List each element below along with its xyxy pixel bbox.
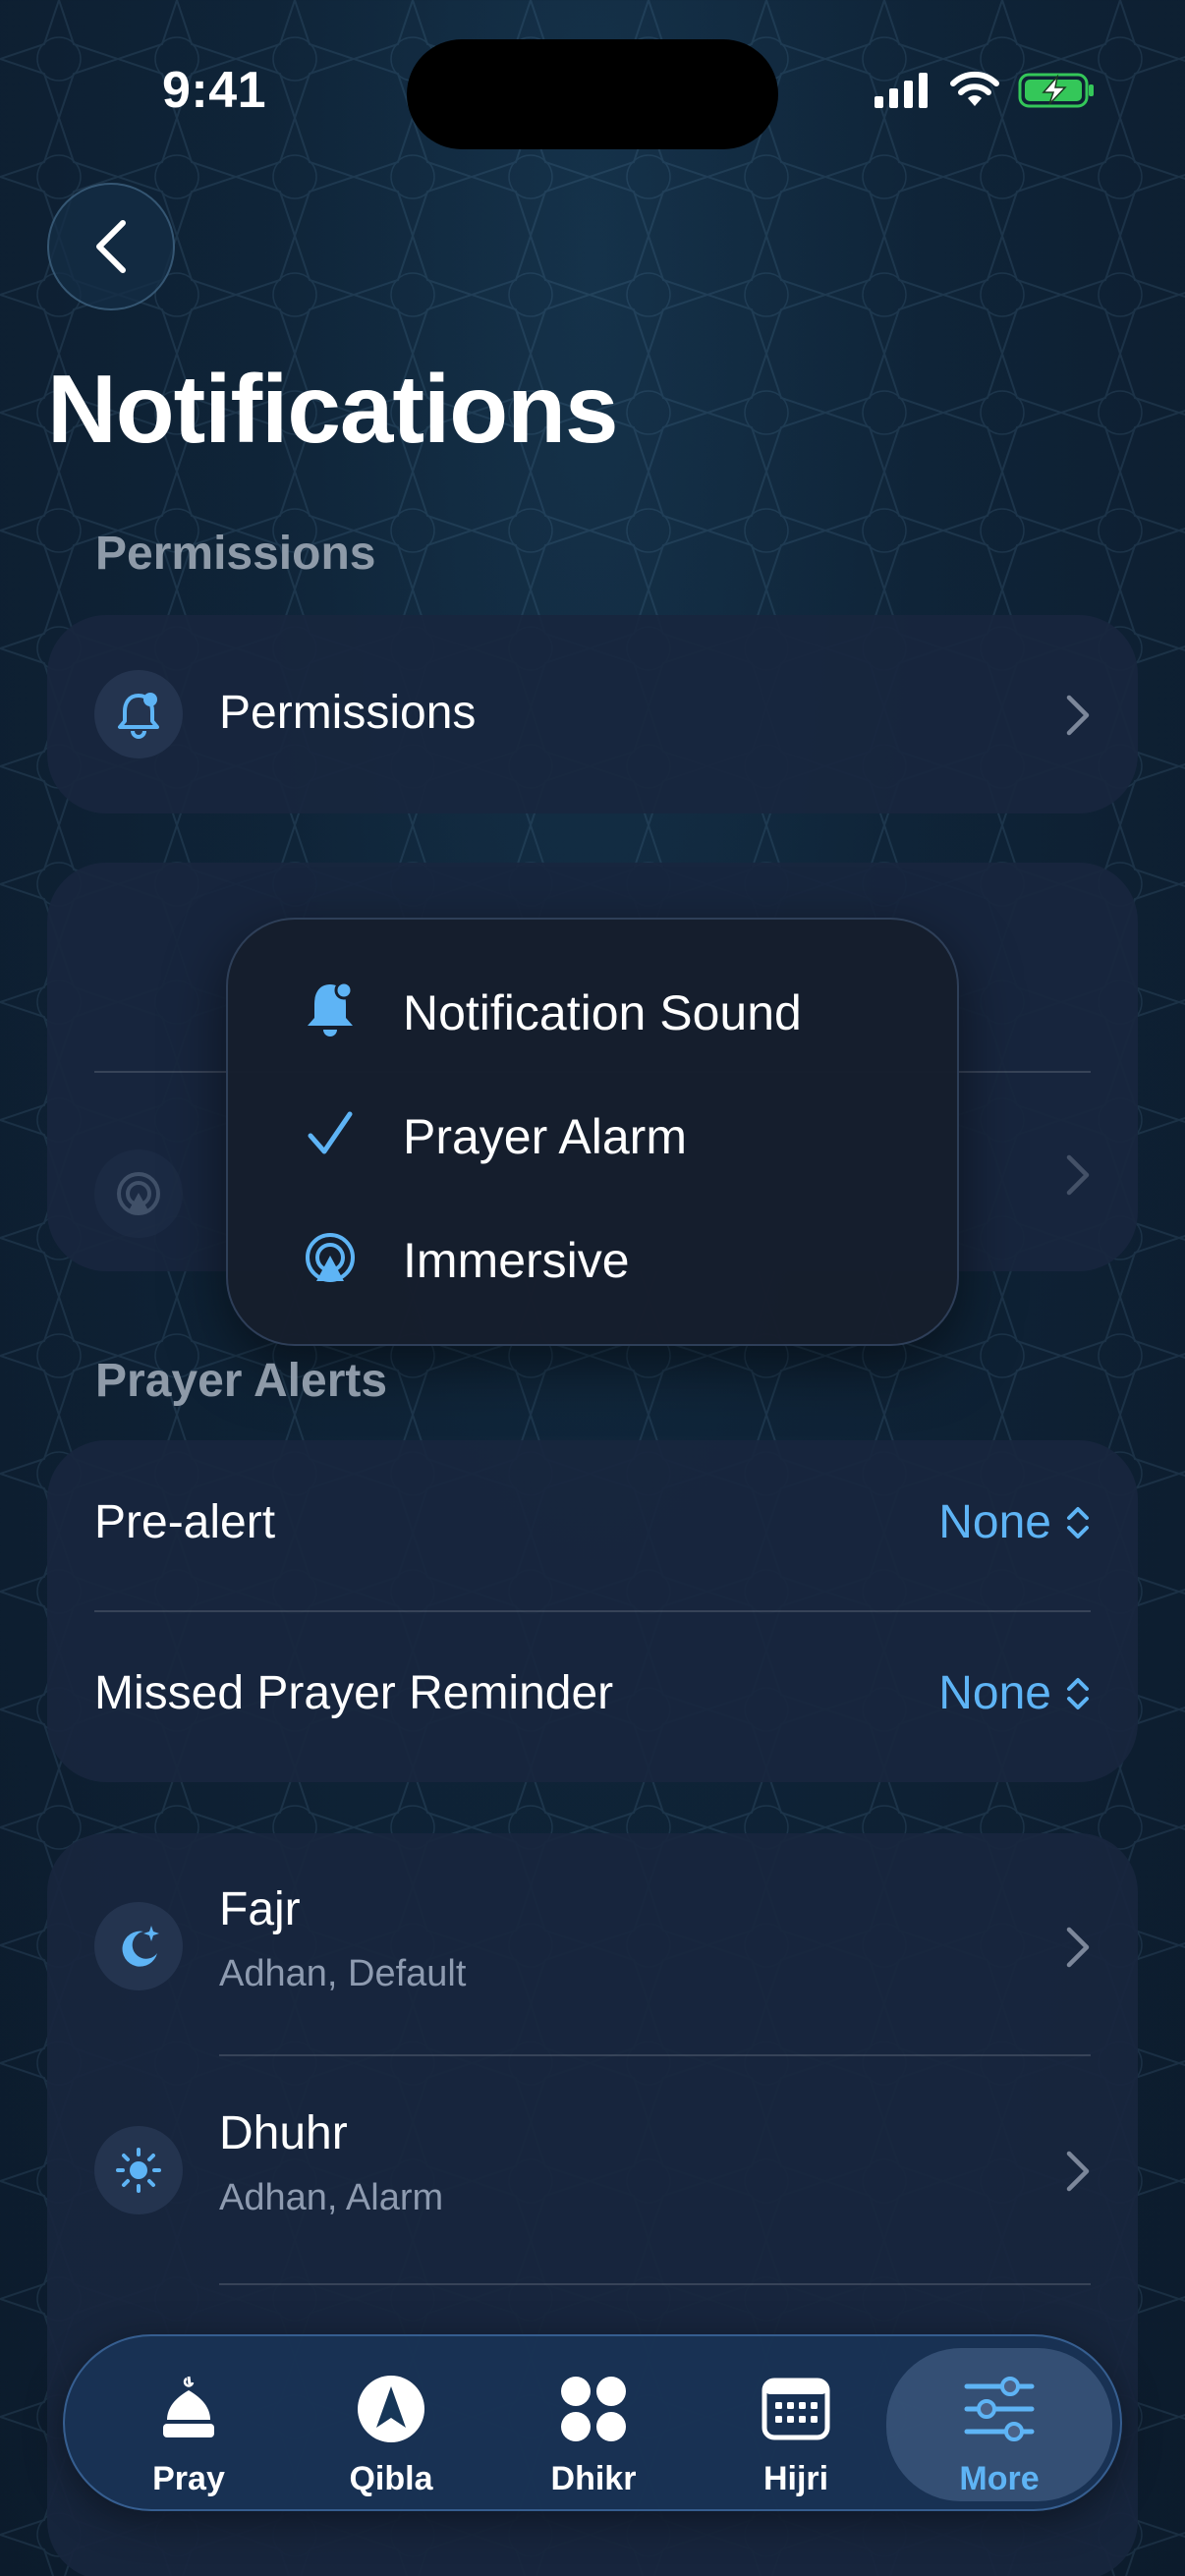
status-bar: 9:41 [0, 0, 1185, 187]
tab-bar: Pray Qibla Dhikr Hijri More [63, 2334, 1122, 2511]
tab-label: Dhikr [550, 2460, 637, 2497]
chevron-right-icon [1066, 695, 1090, 736]
wifi-icon [950, 71, 999, 106]
permissions-row[interactable]: Permissions [47, 615, 1138, 813]
bell-badge-icon [118, 693, 159, 739]
tab-more[interactable]: More [886, 2348, 1112, 2501]
back-button[interactable] [47, 183, 175, 310]
section-header-prayer-alerts: Prayer Alerts [95, 1355, 388, 1407]
tab-label: Hijri [762, 2460, 829, 2497]
calendar-icon [757, 2370, 835, 2448]
pre-alert-picker[interactable]: None [938, 1495, 1091, 1549]
menu-item-notification-sound[interactable]: Notification Sound [228, 951, 957, 1069]
page-title: Notifications [47, 355, 618, 463]
pre-alert-row[interactable]: Pre-alert None [47, 1440, 1138, 1611]
prayer-name: Fajr [219, 1883, 301, 1935]
sliders-icon [960, 2370, 1039, 2448]
missed-reminder-label: Missed Prayer Reminder [94, 1667, 614, 1719]
status-time: 9:41 [162, 62, 267, 119]
chevron-up-down-icon [1067, 1677, 1089, 1709]
section-header-permissions: Permissions [95, 528, 376, 580]
broadcast-icon [299, 1226, 362, 1289]
prayer-detail: Adhan, Alarm [219, 2177, 444, 2218]
pre-alert-value: None [938, 1496, 1051, 1548]
battery-charging-icon [1018, 73, 1094, 108]
mosque-icon [149, 2370, 228, 2448]
chevron-right-icon [1066, 1927, 1090, 1968]
chevron-right-icon [1066, 1154, 1090, 1196]
prayer-row-fajr[interactable]: Fajr Adhan, Default [47, 1833, 1138, 2061]
status-icons [873, 71, 1097, 110]
moon-stars-icon [94, 1902, 183, 1990]
tab-dhikr[interactable]: Dhikr [495, 2336, 692, 2513]
prayer-detail: Adhan, Default [219, 1953, 467, 1994]
cellular-signal-icon [875, 73, 928, 108]
chevron-up-down-icon [1067, 1506, 1089, 1539]
menu-item-label: Immersive [403, 1233, 630, 1288]
menu-item-immersive[interactable]: Immersive [228, 1199, 957, 1316]
menu-item-label: Prayer Alarm [403, 1109, 687, 1164]
compass-icon [352, 2370, 430, 2448]
tab-hijri[interactable]: Hijri [698, 2336, 894, 2513]
menu-item-prayer-alarm[interactable]: Prayer Alarm [228, 1075, 957, 1193]
prayer-row-dhuhr[interactable]: Dhuhr Adhan, Alarm [47, 2061, 1138, 2289]
tab-pray[interactable]: Pray [90, 2336, 287, 2513]
permissions-row-label: Permissions [219, 687, 477, 739]
sun-icon [94, 2126, 183, 2214]
tab-qibla[interactable]: Qibla [293, 2336, 489, 2513]
bell-icon [299, 979, 362, 1041]
missed-reminder-row[interactable]: Missed Prayer Reminder None [47, 1611, 1138, 1782]
tab-label: Qibla [349, 2460, 433, 2497]
prayer-name: Dhuhr [219, 2107, 348, 2159]
chevron-left-icon [96, 220, 126, 273]
divider [219, 2283, 1091, 2285]
dynamic-island [407, 39, 778, 149]
menu-item-label: Notification Sound [403, 985, 802, 1040]
tab-label: Pray [152, 2460, 225, 2497]
permissions-card: Permissions [47, 615, 1138, 813]
checkmark-icon [299, 1102, 362, 1165]
pre-alert-label: Pre-alert [94, 1496, 276, 1548]
permissions-icon-circle [94, 670, 183, 758]
broadcast-icon [117, 1172, 160, 1215]
immersive-icon-circle [94, 1149, 183, 1238]
notification-mode-menu: Notification Sound Prayer Alarm Immersiv… [226, 918, 959, 1346]
chevron-right-icon [1066, 2151, 1090, 2192]
missed-reminder-value: None [938, 1667, 1051, 1719]
dots-grid-icon [554, 2370, 633, 2448]
divider [219, 2054, 1091, 2056]
tab-label: More [959, 2460, 1040, 2497]
prayer-alerts-card: Pre-alert None Missed Prayer Reminder No… [47, 1440, 1138, 1782]
missed-reminder-picker[interactable]: None [938, 1666, 1091, 1720]
